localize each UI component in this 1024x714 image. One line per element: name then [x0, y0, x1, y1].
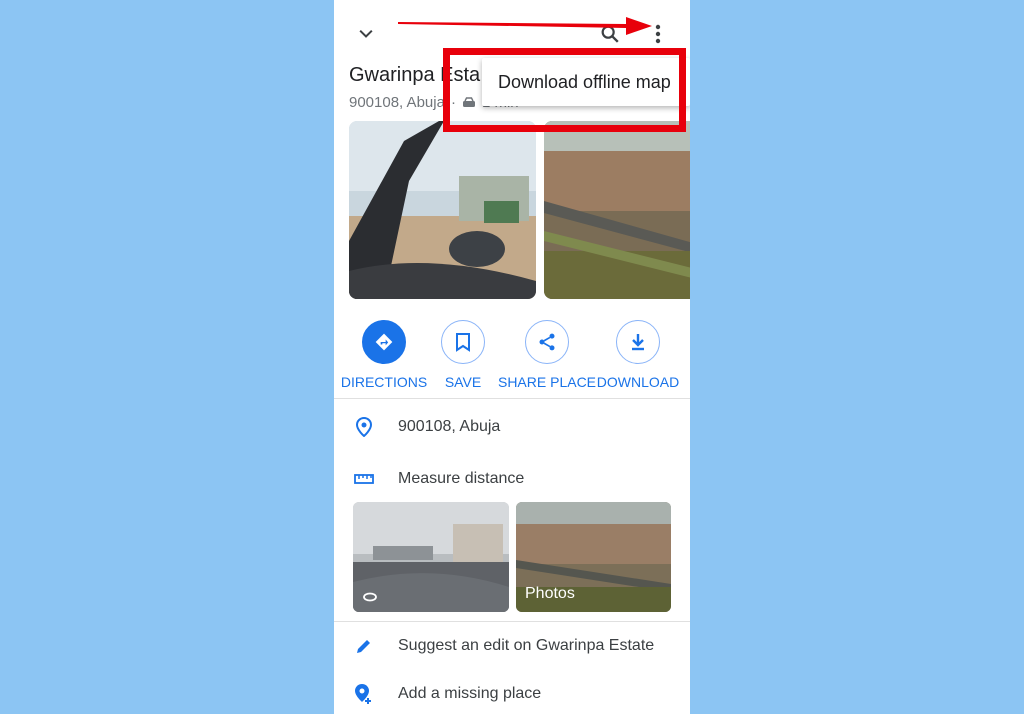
download-circle [616, 320, 660, 364]
address-text: 900108, Abuja [398, 418, 501, 435]
download-icon [632, 334, 644, 351]
measure-distance-text: Measure distance [398, 470, 525, 487]
arrow-annotation-icon [398, 17, 652, 35]
highlight-box [443, 48, 686, 132]
chevron-down-icon [359, 29, 373, 38]
measure-distance-row[interactable]: Measure distance [334, 466, 690, 492]
download-button[interactable]: DOWNLOAD [590, 320, 686, 390]
save-label: SAVE [444, 374, 482, 390]
add-location-icon [355, 684, 371, 704]
photos-label: Photos [525, 585, 575, 602]
pencil-icon [357, 638, 372, 653]
directions-icon [375, 333, 393, 351]
street-view-thumbnail[interactable] [353, 502, 509, 612]
suggest-edit-text: Suggest an edit on Gwarinpa Estate [398, 637, 655, 654]
car-window-image [349, 121, 536, 299]
360-view-icon [363, 592, 377, 602]
car-window-photo[interactable] [349, 121, 536, 299]
address-row[interactable]: 900108, Abuja [334, 414, 690, 440]
save-button[interactable]: SAVE [415, 320, 511, 390]
collapse-button[interactable] [354, 22, 378, 46]
aerial-photo[interactable] [544, 121, 690, 299]
share-icon [539, 333, 555, 351]
more-vert-icon [655, 24, 661, 44]
add-place-text: Add a missing place [398, 685, 542, 702]
bookmark-icon [456, 333, 470, 352]
download-label: DOWNLOAD [596, 374, 680, 390]
share-place-button[interactable]: SHARE PLACE [497, 320, 597, 390]
aerial-image [544, 121, 690, 299]
share-place-label: SHARE PLACE [497, 374, 597, 390]
ruler-icon [354, 474, 374, 484]
share-circle [525, 320, 569, 364]
subtitle-address: 900108, Abuja [349, 94, 445, 111]
add-place-row[interactable]: Add a missing place [334, 681, 690, 707]
location-pin-icon [356, 417, 372, 437]
photos-thumbnail[interactable]: Photos [516, 502, 671, 612]
divider [334, 621, 690, 622]
suggest-edit-row[interactable]: Suggest an edit on Gwarinpa Estate [334, 633, 690, 659]
divider [334, 398, 690, 399]
save-circle [441, 320, 485, 364]
directions-circle [362, 320, 406, 364]
